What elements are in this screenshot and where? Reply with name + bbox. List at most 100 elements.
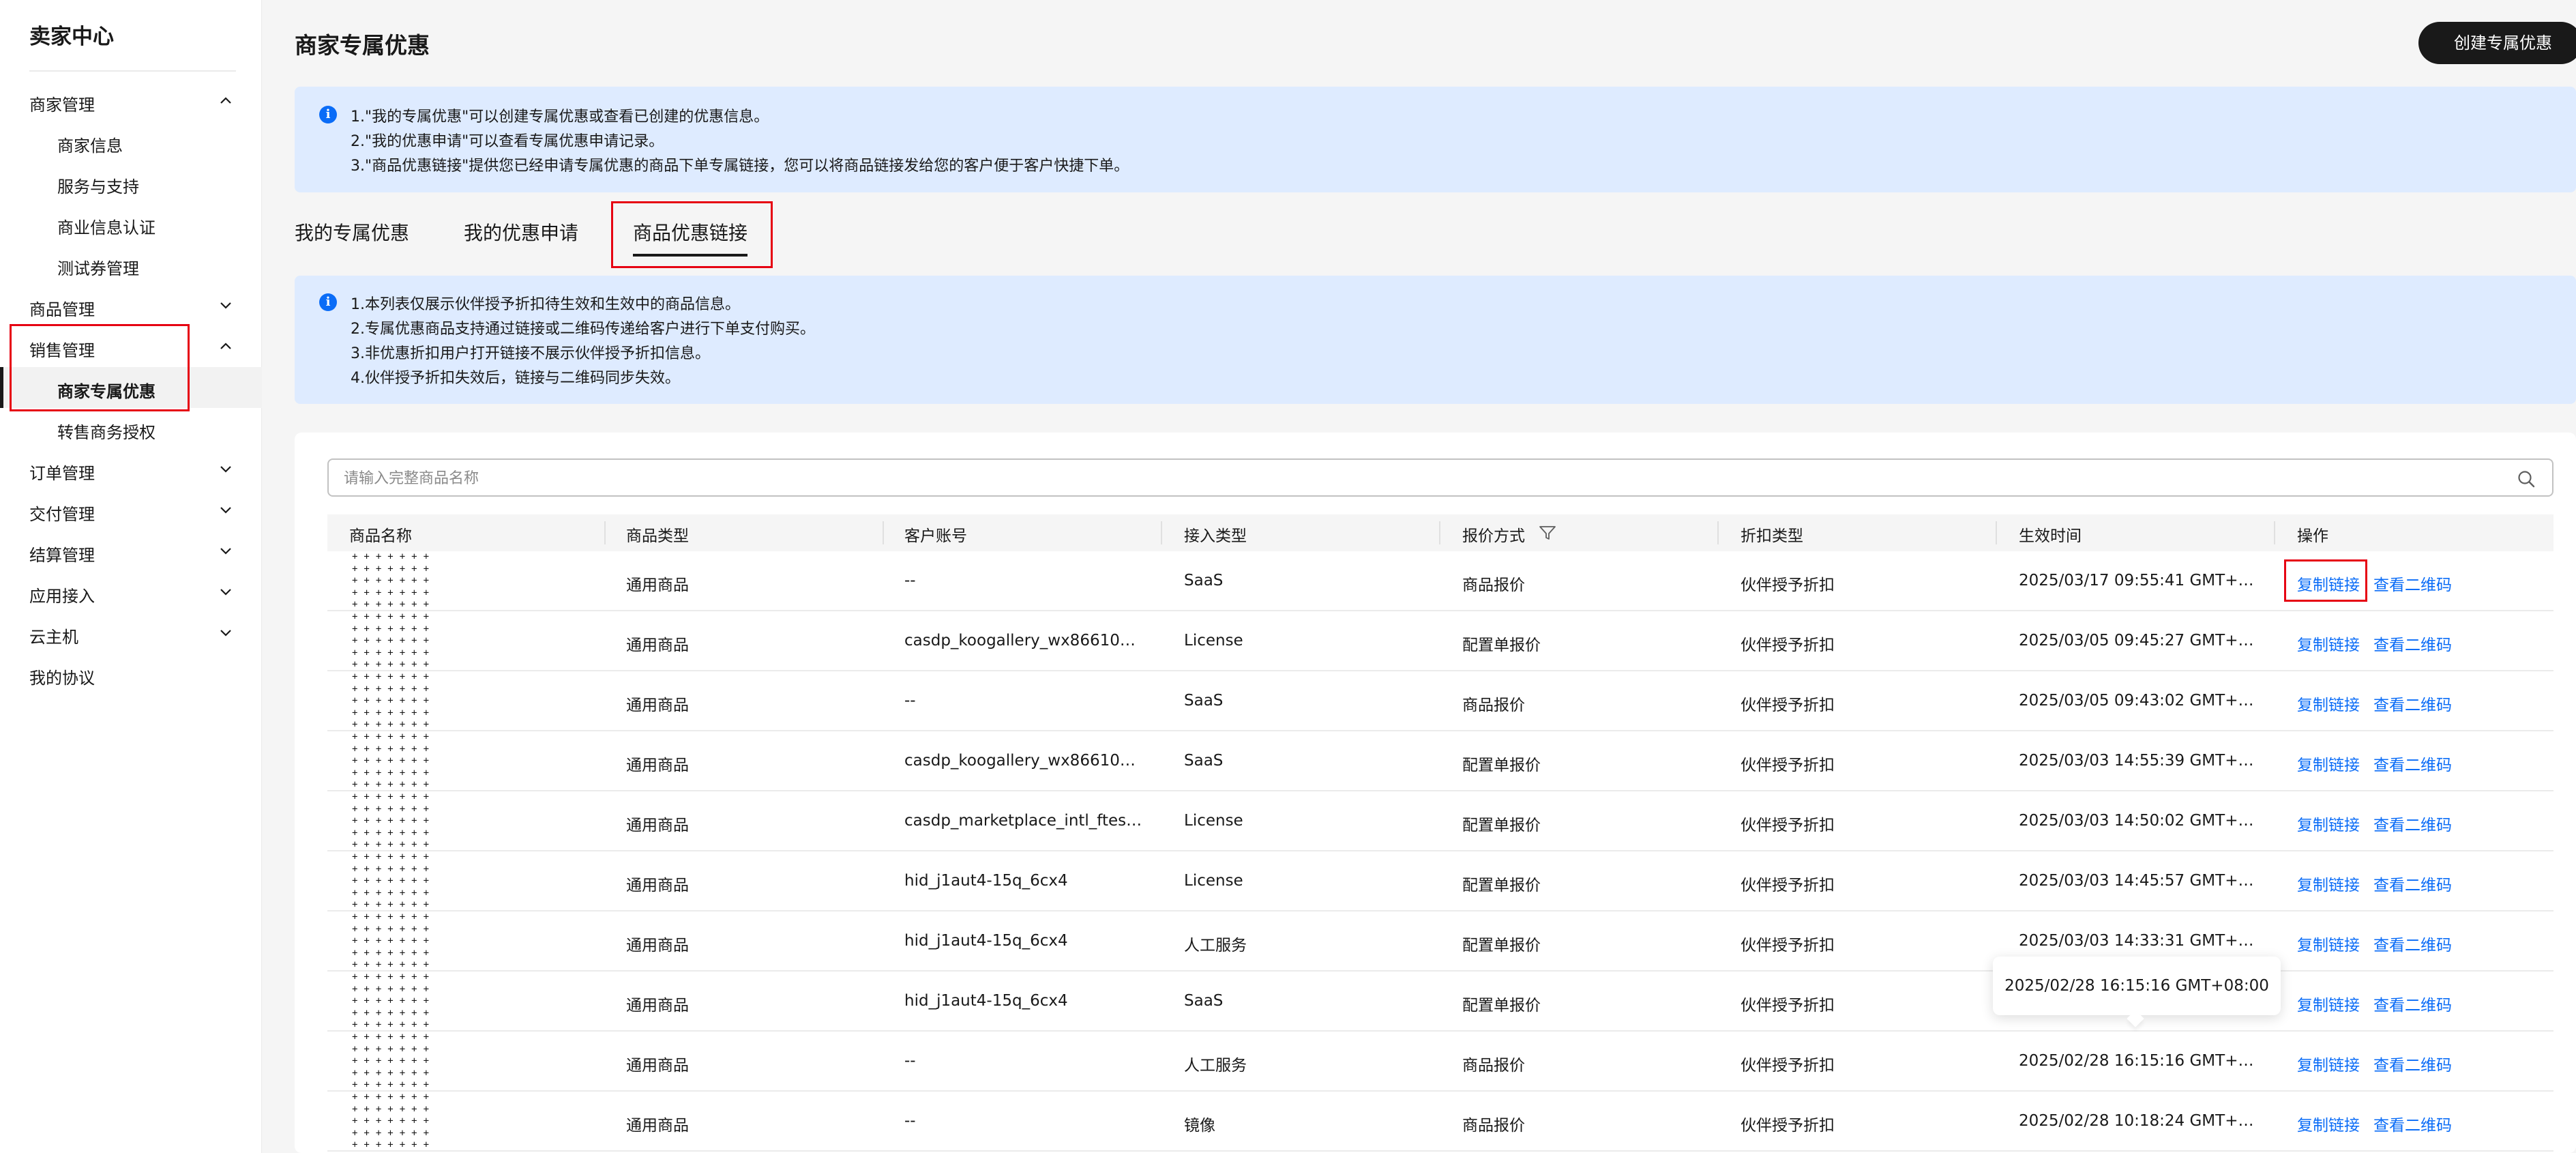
- cell-access-type: SaaS: [1184, 752, 1224, 770]
- table-row: +++++++ +++++++ +++++++ +++++++ +++++++ 通…: [327, 851, 2553, 911]
- cell-discount-type: 伙伴授予折扣: [1741, 757, 1835, 774]
- chevron-down-icon: [220, 630, 231, 637]
- notice-line: 3.非优惠折扣用户打开链接不展示伙伴授予折扣信息。: [351, 345, 710, 362]
- cell-product-type: 通用商品: [626, 576, 689, 594]
- cell-customer-account: hid_j1aut4-15q_6cx4: [904, 992, 1068, 1010]
- cell-discount-type: 伙伴授予折扣: [1741, 1117, 1835, 1135]
- sidebar-item-label: 订单管理: [29, 464, 95, 483]
- table-row: +++++++ +++++++ +++++++ +++++++ +++++++ 通…: [327, 611, 2553, 671]
- sidebar-item-settlement-management[interactable]: 结算管理: [0, 531, 262, 572]
- tab-my-discount-applications[interactable]: 我的优惠申请: [464, 218, 578, 246]
- view-qrcode-button[interactable]: 查看二维码: [2373, 992, 2452, 1015]
- chevron-down-icon: [220, 466, 231, 473]
- copy-link-button[interactable]: 复制链接: [2297, 572, 2360, 595]
- table-row: +++++++ +++++++ +++++++ +++++++ +++++++ 通…: [327, 1092, 2553, 1152]
- cell-pricing-method: 配置单报价: [1462, 937, 1541, 954]
- column-header-discount-type: 折扣类型: [1741, 527, 1803, 545]
- tab-my-exclusive-discounts[interactable]: 我的专属优惠: [295, 218, 409, 246]
- sidebar-item-label: 交付管理: [29, 505, 95, 524]
- copy-link-button[interactable]: 复制链接: [2297, 692, 2360, 715]
- cell-pricing-method: 商品报价: [1462, 1117, 1525, 1135]
- view-qrcode-button[interactable]: 查看二维码: [2373, 692, 2452, 715]
- copy-link-button[interactable]: 复制链接: [2297, 1052, 2360, 1075]
- cell-access-type: SaaS: [1184, 692, 1224, 710]
- copy-link-button[interactable]: 复制链接: [2297, 992, 2360, 1015]
- cell-effective-time: 2025/03/17 09:55:41 GMT+0...: [2019, 572, 2257, 589]
- sidebar-item-service-support[interactable]: 服务与支持: [0, 162, 262, 203]
- filter-icon[interactable]: [1539, 525, 1556, 541]
- cell-pricing-method: 商品报价: [1462, 576, 1525, 594]
- product-thumbnail: +++++++ +++++++ +++++++ +++++++ +++++++: [352, 791, 436, 851]
- cell-access-type: 人工服务: [1184, 1057, 1247, 1075]
- chevron-down-icon: [220, 589, 231, 596]
- product-thumbnail: +++++++ +++++++ +++++++ +++++++ +++++++: [352, 551, 436, 611]
- sidebar-item-my-agreements[interactable]: 我的协议: [0, 654, 262, 695]
- sidebar-item-label: 转售商务授权: [57, 423, 156, 442]
- view-qrcode-button[interactable]: 查看二维码: [2373, 1052, 2452, 1075]
- cell-product-type: 通用商品: [626, 997, 689, 1015]
- copy-link-button[interactable]: 复制链接: [2297, 1112, 2360, 1135]
- cell-access-type: SaaS: [1184, 992, 1224, 1010]
- column-header-pricing-method: 报价方式: [1462, 527, 1525, 545]
- view-qrcode-button[interactable]: 查看二维码: [2373, 1112, 2452, 1135]
- product-thumbnail: +++++++ +++++++ +++++++ +++++++ +++++++: [352, 972, 436, 1031]
- sidebar-item-merchant-management[interactable]: 商家管理: [0, 81, 262, 121]
- copy-link-button[interactable]: 复制链接: [2297, 632, 2360, 655]
- view-qrcode-button[interactable]: 查看二维码: [2373, 872, 2452, 895]
- create-discount-button[interactable]: 创建专属优惠: [2418, 22, 2576, 64]
- view-qrcode-button[interactable]: 查看二维码: [2373, 632, 2452, 655]
- view-qrcode-button[interactable]: 查看二维码: [2373, 932, 2452, 955]
- cell-effective-time: 2025/02/28 10:18:24 GMT+0...: [2019, 1112, 2257, 1130]
- cell-effective-time: 2025/03/03 14:55:39 GMT+0...: [2019, 752, 2257, 770]
- view-qrcode-button[interactable]: 查看二维码: [2373, 752, 2452, 775]
- search-icon[interactable]: [2517, 469, 2536, 488]
- sidebar: 卖家中心 商家管理 商家信息 服务与支持 商业信息认证 测试券管理 商品管理 销…: [0, 0, 262, 1153]
- copy-link-button[interactable]: 复制链接: [2297, 812, 2360, 835]
- sidebar-item-label: 服务与支持: [57, 177, 139, 196]
- search-box[interactable]: [327, 458, 2553, 497]
- sidebar-item-resale-authorization[interactable]: 转售商务授权: [0, 408, 262, 449]
- sidebar-item-merchant-info[interactable]: 商家信息: [0, 121, 262, 162]
- table-row: +++++++ +++++++ +++++++ +++++++ +++++++ 通…: [327, 1032, 2553, 1092]
- sidebar-item-cloud-host[interactable]: 云主机: [0, 613, 262, 654]
- chevron-up-icon: [220, 342, 231, 349]
- sidebar-item-sales-management[interactable]: 销售管理: [0, 326, 262, 367]
- cell-access-type: 镜像: [1184, 1117, 1215, 1135]
- view-qrcode-button[interactable]: 查看二维码: [2373, 572, 2452, 595]
- view-qrcode-button[interactable]: 查看二维码: [2373, 812, 2452, 835]
- sidebar-item-label: 云主机: [29, 628, 78, 647]
- sidebar-item-label: 商家信息: [57, 136, 123, 156]
- column-divider: [2274, 521, 2275, 544]
- product-thumbnail: +++++++ +++++++ +++++++ +++++++ +++++++: [352, 671, 436, 731]
- sidebar-item-exclusive-discount[interactable]: 商家专属优惠: [0, 367, 262, 408]
- cell-customer-account: hid_j1aut4-15q_6cx4: [904, 932, 1068, 950]
- column-divider: [1996, 521, 1997, 544]
- cell-access-type: License: [1184, 812, 1243, 830]
- sidebar-item-business-verification[interactable]: 商业信息认证: [0, 203, 262, 244]
- table-row: +++++++ +++++++ +++++++ +++++++ +++++++ 通…: [327, 551, 2553, 611]
- notice-line: 3."商品优惠链接"提供您已经申请专属优惠的商品下单专属链接，您可以将商品链接发…: [351, 158, 1129, 175]
- sidebar-item-label: 商品管理: [29, 300, 95, 319]
- copy-link-button[interactable]: 复制链接: [2297, 872, 2360, 895]
- chevron-down-icon: [220, 507, 231, 514]
- sidebar-item-label: 测试券管理: [57, 259, 139, 278]
- copy-link-button[interactable]: 复制链接: [2297, 752, 2360, 775]
- product-thumbnail: +++++++ +++++++ +++++++ +++++++ +++++++: [352, 611, 436, 671]
- sidebar-item-order-management[interactable]: 订单管理: [0, 449, 262, 490]
- sidebar-item-delivery-management[interactable]: 交付管理: [0, 490, 262, 531]
- tab-product-discount-links[interactable]: 商品优惠链接: [633, 218, 748, 257]
- cell-product-type: 通用商品: [626, 817, 689, 834]
- cell-customer-account: hid_j1aut4-15q_6cx4: [904, 872, 1068, 890]
- cell-pricing-method: 配置单报价: [1462, 997, 1541, 1015]
- copy-link-button[interactable]: 复制链接: [2297, 932, 2360, 955]
- notice-line: 4.伙伴授予折扣失效后，链接与二维码同步失效。: [351, 370, 680, 387]
- sidebar-item-app-integration[interactable]: 应用接入: [0, 572, 262, 613]
- cell-customer-account: --: [904, 572, 916, 589]
- info-notice-top: i 1."我的专属优惠"可以创建专属优惠或查看已创建的优惠信息。 2."我的优惠…: [295, 87, 2576, 192]
- search-input[interactable]: [344, 465, 2492, 491]
- sidebar-item-test-coupon[interactable]: 测试券管理: [0, 244, 262, 285]
- column-divider: [1717, 521, 1719, 544]
- sidebar-item-product-management[interactable]: 商品管理: [0, 285, 262, 326]
- column-header-customer-account: 客户账号: [904, 527, 967, 545]
- column-divider: [1439, 521, 1440, 544]
